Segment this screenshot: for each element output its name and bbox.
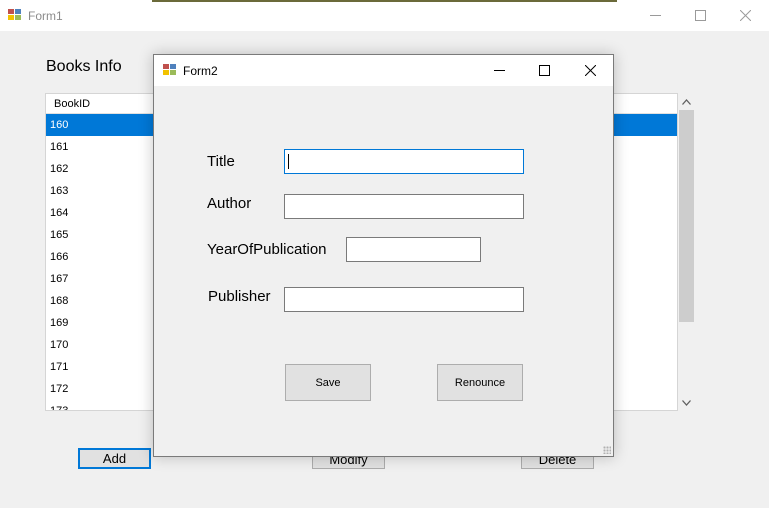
close-icon[interactable] <box>568 55 613 85</box>
book-id-cell: 171 <box>50 361 69 373</box>
author-label: Author <box>207 195 252 212</box>
app-form-icon <box>8 9 21 21</box>
book-id-cell: 172 <box>50 383 69 395</box>
renounce-button[interactable]: Renounce <box>437 364 523 401</box>
book-id-cell: 170 <box>50 339 69 351</box>
book-id-cell: 166 <box>50 251 69 263</box>
grid-scrollbar[interactable] <box>678 93 695 411</box>
book-id-cell: 173 <box>50 405 69 411</box>
book-id-cell: 165 <box>50 229 69 241</box>
form1-titlebar[interactable]: Form1 <box>0 0 769 31</box>
form1-title: Form1 <box>28 9 63 23</box>
app-form-icon <box>163 64 176 76</box>
book-id-cell: 168 <box>50 295 69 307</box>
title-label: Title <box>207 153 235 170</box>
form2-titlebar[interactable]: Form2 <box>154 55 613 86</box>
scroll-down-icon[interactable] <box>678 394 695 411</box>
book-id-cell: 161 <box>50 141 69 153</box>
book-id-cell: 167 <box>50 273 69 285</box>
book-id-cell: 169 <box>50 317 69 329</box>
maximize-icon[interactable] <box>678 0 723 31</box>
save-button[interactable]: Save <box>285 364 371 401</box>
text-caret <box>288 154 289 169</box>
book-id-cell: 163 <box>50 185 69 197</box>
form2-window: Form2 Title Author YearOfPublication Pub… <box>153 54 614 457</box>
maximize-icon[interactable] <box>522 55 567 85</box>
add-button[interactable]: Add <box>78 448 151 469</box>
scrollbar-thumb[interactable] <box>679 110 694 322</box>
publisher-label: Publisher <box>208 288 271 305</box>
resize-grip-icon[interactable] <box>603 446 611 454</box>
close-icon[interactable] <box>723 0 768 31</box>
author-input[interactable] <box>284 194 524 219</box>
column-header-bookid[interactable]: BookID <box>46 94 156 114</box>
minimize-icon[interactable] <box>633 0 678 31</box>
scroll-up-icon[interactable] <box>678 93 695 110</box>
books-info-label: Books Info <box>46 58 122 75</box>
minimize-icon[interactable] <box>477 55 522 85</box>
desktop-strip <box>152 0 617 2</box>
form2-title: Form2 <box>183 64 218 78</box>
book-id-cell: 160 <box>50 119 69 131</box>
year-of-publication-label: YearOfPublication <box>207 241 327 258</box>
book-id-cell: 164 <box>50 207 69 219</box>
title-input[interactable] <box>284 149 524 174</box>
book-id-cell: 162 <box>50 163 69 175</box>
publisher-input[interactable] <box>284 287 524 312</box>
year-of-publication-input[interactable] <box>346 237 481 262</box>
